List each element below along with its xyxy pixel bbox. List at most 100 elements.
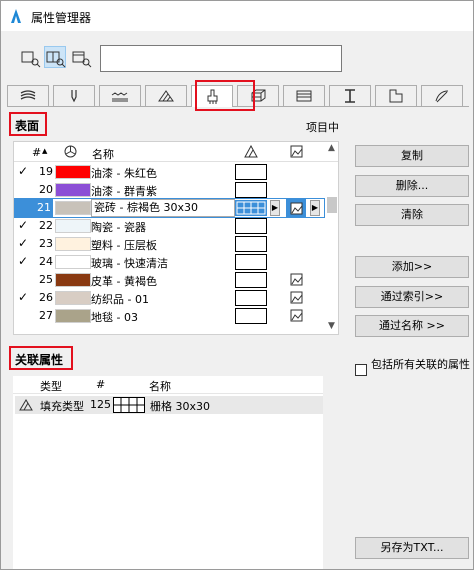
add-button[interactable]: 添加>> [355, 256, 469, 278]
color-swatch [55, 291, 91, 305]
in-use-check: ✓ [18, 164, 29, 178]
profiles-icon [345, 89, 355, 103]
surface-row[interactable]: ✓ 19 油漆 - 朱红色 [14, 163, 324, 181]
surfaces-list-header: # ▲ 名称 [14, 142, 338, 162]
fill-preview [235, 218, 267, 234]
color-swatch [55, 183, 91, 197]
surface-row[interactable]: ✓ 26 纺织品 - 01 [14, 289, 324, 307]
texture-picker[interactable] [286, 199, 306, 217]
composites-icon [20, 90, 36, 100]
markups-icon [389, 89, 403, 103]
surface-num: 24 [39, 255, 53, 268]
single-view-button[interactable] [19, 46, 41, 68]
zones-icon [296, 90, 312, 102]
surface-row[interactable]: ✓ 24 玻璃 - 快速清洁 [14, 253, 324, 271]
surface-row[interactable]: 21 瓷砖 - 棕褐色 30x30 ▶ ▶ [14, 198, 325, 218]
delete-button[interactable]: 删除... [355, 175, 469, 197]
tab-profiles[interactable] [329, 85, 371, 106]
pen-icon [71, 90, 77, 103]
compare-view-icon [72, 51, 92, 68]
surface-name[interactable]: 瓷砖 - 棕褐色 30x30 [91, 199, 235, 217]
tab-fill-types[interactable] [145, 85, 187, 106]
related-name: 栅格 30x30 [150, 400, 211, 413]
fill-preview [235, 290, 267, 306]
column-related-num[interactable]: # [96, 378, 105, 391]
surface-row[interactable]: ✓ 23 塑料 - 压层板 [14, 235, 324, 253]
surface-row[interactable]: 25 皮革 - 黄褐色 [14, 271, 324, 289]
tab-pens[interactable] [53, 85, 95, 106]
column-num[interactable]: # [32, 146, 41, 159]
surfaces-brush-icon [207, 89, 218, 104]
tab-markups[interactable] [375, 85, 417, 106]
fill-preview [235, 200, 267, 216]
tab-surfaces[interactable] [191, 85, 233, 107]
window-title: 属性管理器 [31, 11, 92, 25]
surface-name: 油漆 - 群青紫 [91, 185, 157, 198]
surface-name: 玻璃 - 快速清洁 [91, 257, 168, 270]
dual-view-button[interactable] [44, 46, 66, 68]
related-section-title: 关联属性 [15, 353, 64, 367]
scroll-down-icon[interactable]: ▼ [328, 321, 335, 331]
tab-mep[interactable] [421, 85, 463, 106]
surface-num: 22 [39, 219, 53, 232]
include-all-checkbox[interactable] [355, 364, 367, 376]
copy-button[interactable]: 复制 [355, 145, 469, 167]
fill-preview [235, 164, 267, 180]
save-as-txt-button[interactable]: 另存为TXT... [355, 537, 469, 559]
column-name[interactable]: 名称 [92, 146, 114, 162]
surface-name: 纺织品 - 01 [91, 293, 149, 306]
clear-button[interactable]: 清除 [355, 204, 469, 226]
surface-num: 20 [39, 183, 53, 196]
compare-view-button[interactable] [70, 46, 92, 68]
fill-types-icon [158, 90, 174, 102]
add-by-index-button[interactable]: 通过索引>> [355, 286, 469, 308]
column-related-name[interactable]: 名称 [149, 378, 171, 394]
surface-name: 塑料 - 压层板 [91, 239, 157, 252]
color-swatch [55, 273, 91, 287]
surface-row[interactable]: 27 地毯 - 03 [14, 307, 324, 325]
surface-num: 27 [39, 309, 53, 322]
surface-name: 陶瓷 - 瓷器 [91, 221, 146, 234]
texture-column-icon[interactable] [290, 145, 303, 158]
surface-name: 油漆 - 朱红色 [91, 167, 157, 180]
app-icon [11, 9, 21, 23]
attribute-manager-window: 属性管理器 表面 项目中 # ▲ 名称 ✓ 19 油漆 - 朱红色 20 油漆 … [0, 0, 474, 570]
surface-name: 皮革 - 黄褐色 [91, 275, 157, 288]
surfaces-scrollbar[interactable]: ▲ ▼ [325, 143, 339, 335]
texture-icon [290, 291, 303, 304]
in-use-check: ✓ [18, 236, 29, 250]
surface-row[interactable]: ✓ 22 陶瓷 - 瓷器 [14, 217, 324, 235]
surface-num: 26 [39, 291, 53, 304]
scrollbar-thumb[interactable] [327, 197, 337, 213]
texture-picker-arrow-icon[interactable]: ▶ [310, 200, 320, 216]
tab-zones[interactable] [283, 85, 325, 106]
surfaces-list[interactable]: # ▲ 名称 ✓ 19 油漆 - 朱红色 20 油漆 - 群青紫 21 瓷砖 - 棕褐色 3… [13, 141, 339, 335]
fill-picker-arrow-icon[interactable]: ▶ [270, 200, 280, 216]
fill-preview [235, 236, 267, 252]
tab-building-materials[interactable] [237, 85, 279, 106]
in-use-check: ✓ [18, 218, 29, 232]
fill-column-icon[interactable] [244, 145, 258, 158]
related-row[interactable]: 填充类型 125 栅格 30x30 [15, 396, 323, 414]
column-type[interactable]: 类型 [40, 378, 62, 394]
texture-icon [290, 309, 303, 322]
sort-ascending-icon: ▲ [42, 147, 48, 155]
fill-preview [235, 308, 267, 324]
fill-preview [235, 182, 267, 198]
color-swatch [55, 255, 91, 269]
fill-type-icon [19, 399, 33, 411]
color-column-icon[interactable] [64, 145, 77, 158]
color-swatch [55, 165, 91, 179]
scroll-up-icon[interactable]: ▲ [328, 143, 335, 153]
surface-name: 地毯 - 03 [91, 311, 138, 324]
surface-row[interactable]: 20 油漆 - 群青紫 [14, 181, 324, 199]
related-attributes-list[interactable]: 类型 # 名称 填充类型 125 栅格 30x30 [13, 376, 323, 569]
surface-num: 25 [39, 273, 53, 286]
tab-composites[interactable] [7, 85, 49, 106]
texture-icon [290, 273, 303, 286]
tab-line-types[interactable] [99, 85, 141, 106]
add-by-name-button[interactable]: 通过名称 >> [355, 315, 469, 337]
include-all-label: 包括所有关联的属性 [371, 358, 470, 371]
color-swatch [55, 309, 91, 323]
search-input[interactable] [100, 45, 342, 72]
